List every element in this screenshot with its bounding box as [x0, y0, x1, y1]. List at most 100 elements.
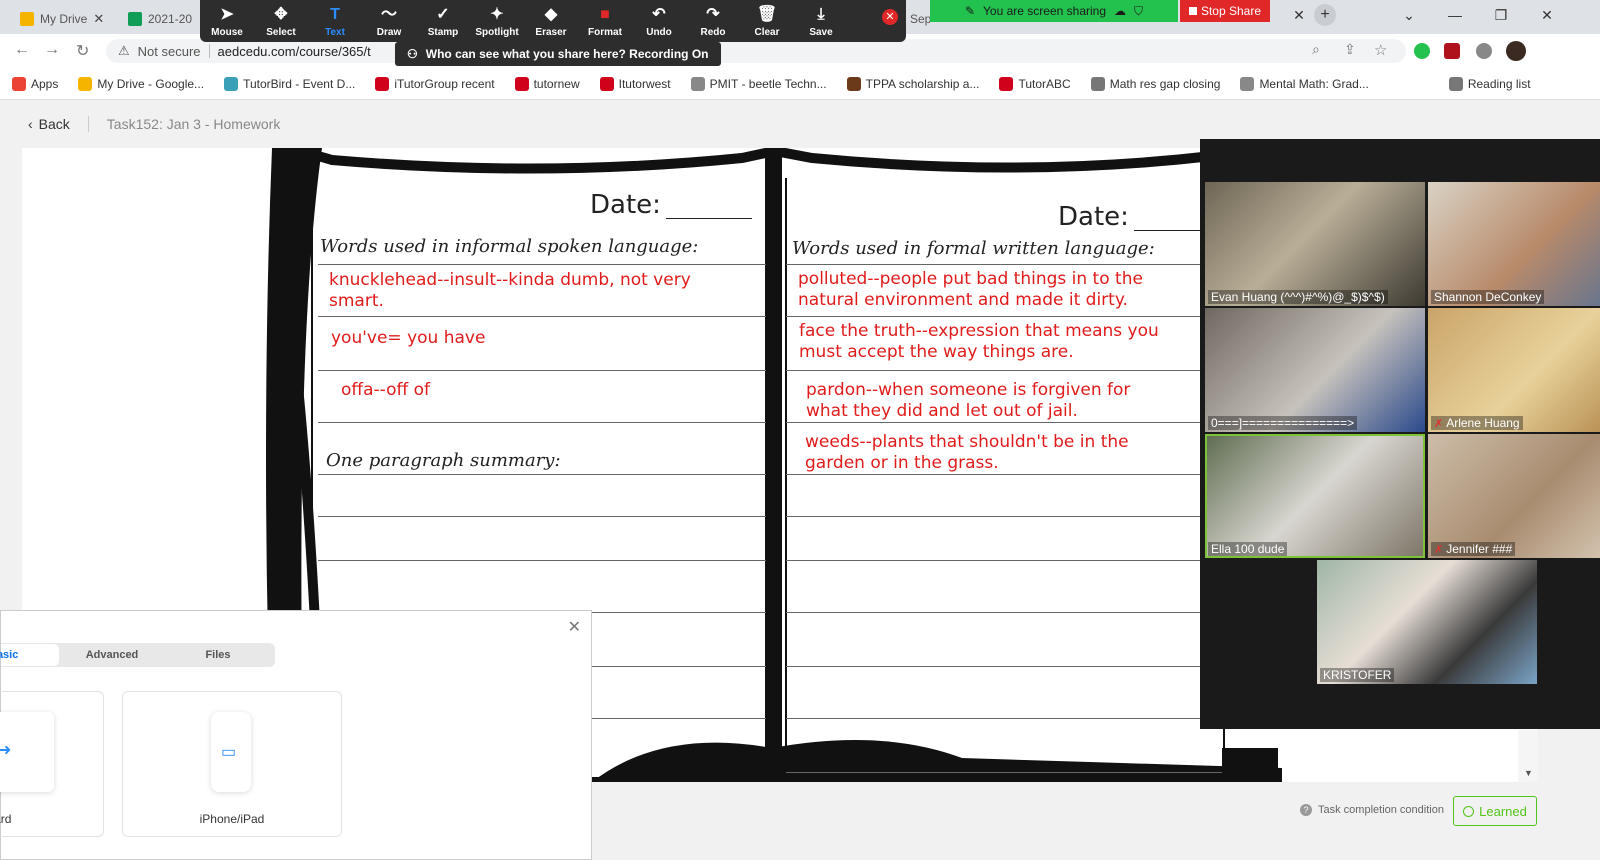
- share-icon[interactable]: ⇪: [1344, 41, 1356, 58]
- bookmark-item[interactable]: Itutorwest: [599, 76, 671, 91]
- pin-icon: ✎: [964, 4, 976, 18]
- bookmark-label: Math res gap closing: [1109, 76, 1221, 91]
- zoom-annotation-toolbar: ✕ ➤ Mouse ✥ Select T Text 〜 Draw ✓ Stamp ✦ Spotlight…: [200, 0, 906, 42]
- date-label-left: Date:: [590, 190, 661, 220]
- ublock-icon[interactable]: [1444, 43, 1460, 59]
- participant-tile[interactable]: Shannon DeConkey: [1428, 182, 1600, 306]
- tool-redo[interactable]: ↷ Redo: [686, 6, 740, 38]
- stop-share-button[interactable]: Stop Share: [1180, 0, 1270, 22]
- back-label: Back: [38, 116, 70, 132]
- close-icon[interactable]: ✕: [93, 11, 104, 27]
- bookmark-item[interactable]: My Drive - Google...: [78, 76, 204, 91]
- bookmark-label: TPPA scholarship a...: [865, 76, 980, 91]
- bookmark-label: Mental Math: Grad...: [1259, 76, 1369, 91]
- warning-icon: ⚠: [118, 43, 130, 58]
- back-arrow-icon[interactable]: ←: [14, 41, 30, 59]
- tool-stamp[interactable]: ✓ Stamp: [416, 6, 470, 38]
- bookmark-item[interactable]: TPPA scholarship a...: [846, 76, 980, 91]
- bookmark-label: tutornew: [533, 76, 580, 91]
- rule-line: [318, 474, 766, 475]
- plus-icon: +: [1314, 4, 1336, 26]
- participant-tile[interactable]: ✗ Jennifer ###: [1428, 434, 1600, 558]
- profile-avatar[interactable]: [1506, 41, 1526, 61]
- participant-tile[interactable]: 0===]===============>: [1205, 308, 1425, 432]
- bookmark-favicon-icon: [599, 76, 614, 91]
- bookmark-item[interactable]: tutornew: [514, 76, 580, 91]
- participant-tile[interactable]: Evan Huang (^^^)#^%)@_$)$^$): [1205, 182, 1425, 306]
- tool-save[interactable]: ⤓ Save: [794, 6, 848, 38]
- tool-mouse[interactable]: ➤ Mouse: [200, 6, 254, 38]
- back-link[interactable]: ‹ Back: [28, 116, 70, 132]
- close-annotation-icon[interactable]: ✕: [882, 9, 898, 25]
- left-entry[interactable]: you've= you have: [331, 328, 751, 349]
- screen-sharing-banner[interactable]: ✎ You are screen sharing ☁ ⛉: [930, 0, 1178, 22]
- stamp-icon: ✓: [436, 6, 450, 23]
- learned-button[interactable]: Learned: [1453, 796, 1537, 826]
- right-entry[interactable]: weeds--plants that shouldn't be in the g…: [805, 432, 1145, 474]
- window-close-button[interactable]: ✕: [1524, 0, 1570, 30]
- bookmark-item[interactable]: iTutorGroup recent: [375, 76, 495, 91]
- bookmark-label: iTutorGroup recent: [394, 76, 495, 91]
- extension-icon[interactable]: [1414, 43, 1430, 59]
- browser-tab-sheet[interactable]: 2021-20: [118, 4, 202, 34]
- sharing-text: You are screen sharing: [983, 4, 1107, 18]
- canvas-scrollbar[interactable]: ▼: [1518, 730, 1538, 782]
- move-icon: ✥: [274, 6, 288, 23]
- restore-button[interactable]: ❐: [1478, 0, 1524, 30]
- minimize-button[interactable]: —: [1432, 0, 1478, 30]
- new-tab-button[interactable]: +: [1302, 0, 1348, 30]
- tool-label: Spotlight: [475, 27, 519, 38]
- bookmarks-bar: Apps My Drive - Google... TutorBird - Even…: [0, 68, 1600, 100]
- left-entry[interactable]: offa--off of: [341, 380, 761, 401]
- participant-tile[interactable]: KRISTOFER: [1317, 560, 1537, 684]
- tab-search-icon[interactable]: ⌄: [1386, 0, 1432, 30]
- forward-arrow-icon[interactable]: →: [44, 41, 60, 59]
- bookmark-star-icon[interactable]: ☆: [1374, 41, 1387, 59]
- zoom-icon[interactable]: ⌕: [1312, 41, 1320, 58]
- participant-name: ✗ Jennifer ###: [1431, 542, 1516, 556]
- tool-format[interactable]: ■ Format: [578, 6, 632, 38]
- text-icon: T: [330, 6, 340, 23]
- spotlight-icon: ✦: [490, 6, 504, 23]
- right-entry[interactable]: pardon--when someone is forgiven for wha…: [806, 380, 1146, 422]
- puzzle-icon[interactable]: [1476, 43, 1492, 59]
- close-icon[interactable]: ✕: [568, 617, 581, 637]
- scroll-down-arrow-icon[interactable]: ▼: [1524, 768, 1533, 778]
- rule-line: [786, 772, 1222, 773]
- tool-spotlight[interactable]: ✦ Spotlight: [470, 6, 524, 38]
- bookmark-item[interactable]: PMIT - beetle Techn...: [690, 76, 827, 91]
- bookmark-label: TutorABC: [1018, 76, 1071, 91]
- tab-files[interactable]: Files: [165, 644, 271, 666]
- tool-select[interactable]: ✥ Select: [254, 6, 308, 38]
- tool-draw[interactable]: 〜 Draw: [362, 6, 416, 38]
- bookmark-item[interactable]: Math res gap closing: [1090, 76, 1221, 91]
- tool-eraser[interactable]: ◆ Eraser: [524, 6, 578, 38]
- browser-tab-my-drive[interactable]: My Drive ✕: [10, 4, 114, 34]
- save-icon: ⤓: [817, 6, 825, 23]
- right-entry[interactable]: polluted--people put bad things in to th…: [798, 269, 1178, 311]
- participant-tile-active-speaker[interactable]: Ella 100 dude: [1205, 434, 1425, 558]
- reload-icon[interactable]: ↻: [76, 41, 89, 61]
- tool-label: Undo: [646, 27, 672, 38]
- tab-basic[interactable]: Basic: [0, 644, 59, 666]
- whiteboard-option[interactable]: ➜ Whiteboard: [0, 691, 104, 837]
- bookmark-item[interactable]: TutorABC: [999, 76, 1071, 91]
- iphone-ipad-option[interactable]: ▭ iPhone/iPad: [122, 691, 342, 837]
- left-entry[interactable]: knucklehead--insult--kinda dumb, not ver…: [329, 270, 749, 312]
- recording-banner[interactable]: ⚇ Who can see what you share here? Recor…: [395, 42, 721, 66]
- bookmark-item[interactable]: Mental Math: Grad...: [1240, 76, 1369, 91]
- task-completion-condition[interactable]: ? Task completion condition: [1300, 804, 1444, 816]
- bookmark-item[interactable]: Reading list: [1448, 76, 1531, 91]
- tool-undo[interactable]: ↶ Undo: [632, 6, 686, 38]
- tool-clear[interactable]: 🗑 Clear: [740, 6, 794, 38]
- tab-advanced[interactable]: Advanced: [59, 644, 165, 666]
- tool-label: Redo: [700, 27, 726, 38]
- tool-text[interactable]: T Text: [308, 6, 362, 38]
- url-omnibox[interactable]: ⚠ Not secure aedcedu.com/course/365/t: [106, 39, 1406, 63]
- bookmark-item[interactable]: Apps: [12, 76, 58, 91]
- right-entry[interactable]: face the truth--expression that means yo…: [799, 321, 1191, 363]
- bookmark-item[interactable]: TutorBird - Event D...: [224, 76, 355, 91]
- phone-preview: ▭: [211, 712, 251, 792]
- participant-name: 0===]===============>: [1208, 416, 1358, 430]
- participant-tile[interactable]: ✗ Arlene Huang: [1428, 308, 1600, 432]
